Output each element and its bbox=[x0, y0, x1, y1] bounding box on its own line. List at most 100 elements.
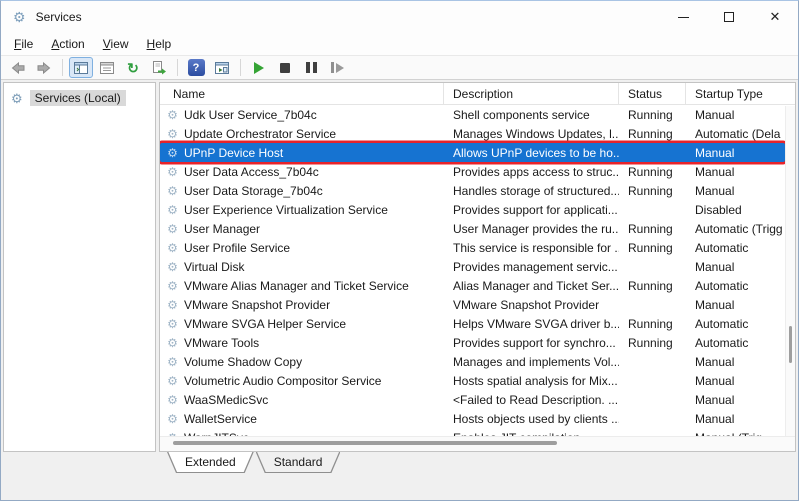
service-row[interactable]: ⚙ User Experience Virtualization Service… bbox=[160, 200, 785, 219]
service-row[interactable]: ⚙ VMware Alias Manager and Ticket Servic… bbox=[160, 276, 785, 295]
restart-icon bbox=[330, 62, 344, 73]
properties-button[interactable] bbox=[95, 57, 119, 78]
service-gear-icon: ⚙ bbox=[167, 183, 178, 198]
service-startup-cell: Manual bbox=[695, 373, 735, 388]
stop-service-button[interactable] bbox=[273, 57, 297, 78]
service-startup-cell: Manual bbox=[695, 411, 735, 426]
tab-standard-label: Standard bbox=[256, 452, 341, 472]
service-name-cell: ⚙ UPnP Device Host bbox=[160, 146, 444, 160]
service-gear-icon: ⚙ bbox=[167, 145, 178, 160]
service-name-cell: ⚙ User Data Storage_7b04c bbox=[160, 184, 444, 198]
refresh-button[interactable]: ↻ bbox=[121, 57, 145, 78]
column-header-startup-type[interactable]: Startup Type bbox=[686, 83, 795, 104]
service-row[interactable]: ⚙ WalletService Hosts objects used by cl… bbox=[160, 409, 785, 428]
service-row[interactable]: ⚙ WaaSMedicSvc <Failed to Read Descripti… bbox=[160, 390, 785, 409]
content-area: ⚙ Services (Local) Name Description Stat… bbox=[1, 80, 798, 500]
export-list-button[interactable] bbox=[147, 57, 171, 78]
back-icon bbox=[11, 61, 25, 74]
service-startup-cell: Manual bbox=[695, 259, 735, 274]
service-gear-icon: ⚙ bbox=[167, 297, 178, 312]
service-gear-icon: ⚙ bbox=[167, 278, 178, 293]
close-icon: ✕ bbox=[769, 9, 781, 24]
menu-view[interactable]: View bbox=[94, 35, 138, 53]
pause-service-button[interactable] bbox=[299, 57, 323, 78]
toolbar: ↻ ? bbox=[1, 55, 798, 80]
service-rows: ⚙ Udk User Service_7b04c Shell component… bbox=[160, 105, 785, 436]
show-console-tree-button[interactable] bbox=[69, 57, 93, 78]
export-list-icon bbox=[153, 60, 166, 74]
help-button[interactable]: ? bbox=[184, 57, 208, 78]
service-name-cell: ⚙ VMware Snapshot Provider bbox=[160, 298, 444, 312]
vertical-scrollbar-thumb[interactable] bbox=[789, 326, 792, 363]
service-row[interactable]: ⚙ Volumetric Audio Compositor Service Ho… bbox=[160, 371, 785, 390]
service-status-cell: Running bbox=[628, 126, 673, 141]
menu-action[interactable]: Action bbox=[42, 35, 93, 53]
service-row[interactable]: ⚙ User Manager User Manager provides the… bbox=[160, 219, 785, 238]
console-tree-pane: ⚙ Services (Local) bbox=[3, 82, 156, 452]
service-name-cell: ⚙ VMware SVGA Helper Service bbox=[160, 317, 444, 331]
service-row[interactable]: ⚙ VMware Snapshot Provider VMware Snapsh… bbox=[160, 295, 785, 314]
service-startup-cell: Manual bbox=[695, 392, 735, 407]
service-status-cell: Running bbox=[628, 240, 673, 255]
tab-extended-label: Extended bbox=[167, 452, 254, 472]
start-icon bbox=[254, 61, 264, 74]
column-header-name[interactable]: Name bbox=[160, 83, 444, 104]
tab-extended[interactable]: Extended bbox=[167, 452, 254, 473]
horizontal-scrollbar-thumb[interactable] bbox=[173, 441, 557, 445]
service-startup-cell: Manual bbox=[695, 183, 735, 198]
service-startup-cell: Automatic bbox=[695, 316, 749, 331]
restart-service-button[interactable] bbox=[325, 57, 349, 78]
service-row[interactable]: ⚙ VMware Tools Provides support for sync… bbox=[160, 333, 785, 352]
services-node-label: Services (Local) bbox=[29, 90, 126, 106]
horizontal-scrollbar[interactable] bbox=[160, 436, 795, 451]
service-startup-cell: Automatic bbox=[695, 335, 749, 350]
menu-file[interactable]: File bbox=[5, 35, 42, 53]
service-startup-cell: Automatic bbox=[695, 240, 749, 255]
maximize-button[interactable] bbox=[706, 1, 752, 33]
service-row[interactable]: ⚙ User Data Storage_7b04c Handles storag… bbox=[160, 181, 785, 200]
service-row[interactable]: ⚙ Update Orchestrator Service Manages Wi… bbox=[160, 124, 785, 143]
forward-button[interactable] bbox=[32, 57, 56, 78]
toolbar-separator bbox=[62, 59, 63, 76]
start-service-button[interactable] bbox=[247, 57, 271, 78]
service-gear-icon: ⚙ bbox=[167, 240, 178, 255]
close-button[interactable]: ✕ bbox=[752, 1, 798, 33]
list-header: Name Description Status Startup Type bbox=[160, 83, 795, 105]
forward-icon bbox=[37, 61, 51, 74]
panes: ⚙ Services (Local) Name Description Stat… bbox=[1, 80, 798, 452]
service-row[interactable]: ⚙ User Data Access_7b04c Provides apps a… bbox=[160, 162, 785, 181]
service-row[interactable]: ⚙ VMware SVGA Helper Service Helps VMwar… bbox=[160, 314, 785, 333]
service-gear-icon: ⚙ bbox=[167, 411, 178, 426]
service-row[interactable]: ⚙ Udk User Service_7b04c Shell component… bbox=[160, 105, 785, 124]
service-description-cell: User Manager provides the ru... bbox=[453, 221, 619, 236]
service-gear-icon: ⚙ bbox=[167, 221, 178, 236]
column-header-status[interactable]: Status bbox=[619, 83, 686, 104]
view-tabs: Extended Standard bbox=[1, 452, 798, 478]
tab-standard[interactable]: Standard bbox=[256, 452, 341, 473]
service-startup-cell: Manual bbox=[695, 164, 735, 179]
minimize-button[interactable] bbox=[660, 1, 706, 33]
column-header-description[interactable]: Description bbox=[444, 83, 619, 104]
service-gear-icon: ⚙ bbox=[167, 392, 178, 407]
service-description-cell: Shell components service bbox=[453, 107, 590, 122]
service-row[interactable]: ⚙ WarpJITSvc Enables JIT compilation ...… bbox=[160, 428, 785, 437]
service-row[interactable]: ⚙ User Profile Service This service is r… bbox=[160, 238, 785, 257]
service-gear-icon: ⚙ bbox=[167, 316, 178, 331]
service-description-cell: Allows UPnP devices to be ho... bbox=[453, 145, 619, 160]
vertical-scrollbar[interactable] bbox=[785, 106, 795, 437]
service-name-cell: ⚙ Volume Shadow Copy bbox=[160, 355, 444, 369]
service-list-pane: Name Description Status Startup Type ⚙ U… bbox=[159, 82, 796, 452]
menu-bar: File Action View Help bbox=[1, 33, 798, 55]
menu-help[interactable]: Help bbox=[138, 35, 181, 53]
service-row[interactable]: ⚙ UPnP Device Host Allows UPnP devices t… bbox=[160, 143, 785, 162]
help-icon: ? bbox=[187, 59, 205, 76]
service-status-cell: Running bbox=[628, 164, 673, 179]
service-row[interactable]: ⚙ Virtual Disk Provides management servi… bbox=[160, 257, 785, 276]
refresh-icon: ↻ bbox=[127, 59, 139, 76]
back-button[interactable] bbox=[6, 57, 30, 78]
service-row[interactable]: ⚙ Volume Shadow Copy Manages and impleme… bbox=[160, 352, 785, 371]
service-description-cell: Provides support for synchro... bbox=[453, 335, 616, 350]
service-status-cell: Running bbox=[628, 335, 673, 350]
show-action-pane-button[interactable] bbox=[210, 57, 234, 78]
tree-item-services-local[interactable]: ⚙ Services (Local) bbox=[4, 90, 155, 106]
